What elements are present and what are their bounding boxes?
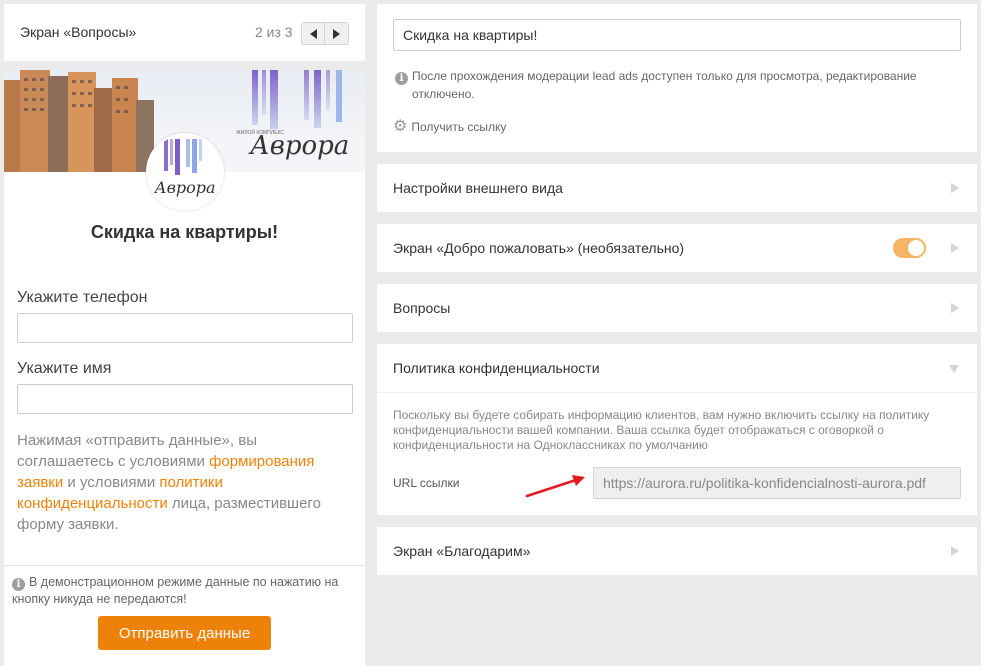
collapse-arrow-icon[interactable] xyxy=(949,365,959,373)
get-link-label: Получить ссылку xyxy=(411,120,507,134)
section-appearance[interactable]: Настройки внешнего вида xyxy=(377,164,977,212)
phone-label: Укажите телефон xyxy=(17,289,148,306)
submit-button[interactable]: Отправить данные xyxy=(98,616,271,650)
annotation-arrow xyxy=(525,475,585,498)
moderation-note-text: После прохождения модерации lead ads дос… xyxy=(412,69,917,101)
info-icon: i xyxy=(395,72,408,85)
next-screen-button[interactable] xyxy=(325,22,349,45)
section-privacy: Политика конфиденциальности Поскольку вы… xyxy=(377,344,977,515)
form-preview: ЖИЛОЙ КОМПЛЕКС Аврора Аврора Скидка на к… xyxy=(4,70,365,666)
expand-arrow-icon[interactable] xyxy=(951,303,959,313)
preview-screen-title: Экран «Вопросы» xyxy=(20,24,137,40)
company-logo: Аврора xyxy=(146,133,224,211)
chevron-left-icon xyxy=(309,28,317,39)
section-welcome[interactable]: Экран «Добро пожаловать» (необязательно) xyxy=(377,224,977,272)
toggle-knob xyxy=(908,240,924,256)
section-privacy-title[interactable]: Политика конфиденциальности xyxy=(393,360,600,376)
expand-arrow-icon[interactable] xyxy=(951,243,959,253)
info-icon: i xyxy=(12,578,25,591)
expand-arrow-icon[interactable] xyxy=(951,546,959,556)
banner-logo-text: Аврора xyxy=(248,131,349,161)
section-welcome-title: Экран «Добро пожаловать» (необязательно) xyxy=(393,240,685,256)
section-questions[interactable]: Вопросы xyxy=(377,284,977,332)
gear-icon: ⚙ xyxy=(393,118,408,135)
preview-header: Экран «Вопросы» 2 из 3 xyxy=(4,4,365,61)
chevron-right-icon xyxy=(333,28,340,39)
url-label: URL ссылки xyxy=(393,476,460,490)
logo-text: Аврора xyxy=(153,178,215,197)
expand-arrow-icon[interactable] xyxy=(951,183,959,193)
form-settings-card: Скидка на квартиры! i После прохождения м… xyxy=(377,4,977,152)
consent-text: Нажимая «отправить данные», вы соглашает… xyxy=(17,430,337,535)
section-thanks[interactable]: Экран «Благодарим» xyxy=(377,527,977,575)
privacy-description: Поскольку вы будете собирать информацию … xyxy=(393,408,930,452)
get-link-button[interactable]: ⚙ Получить ссылку xyxy=(393,118,507,135)
prev-screen-button[interactable] xyxy=(301,22,325,45)
section-thanks-title: Экран «Благодарим» xyxy=(393,543,531,559)
form-name-input[interactable]: Скидка на квартиры! xyxy=(393,19,961,51)
demo-mode-note: iВ демонстрационном режиме данные по наж… xyxy=(4,565,365,607)
section-appearance-title: Настройки внешнего вида xyxy=(393,180,563,196)
divider xyxy=(377,392,977,393)
welcome-toggle[interactable] xyxy=(893,238,926,258)
form-title: Скидка на квартиры! xyxy=(90,222,279,242)
name-input[interactable] xyxy=(17,384,353,414)
preview-pager: 2 из 3 xyxy=(255,24,293,40)
section-questions-title: Вопросы xyxy=(393,300,451,316)
moderation-note: i После прохождения модерации lead ads до… xyxy=(395,67,955,103)
name-label: Укажите имя xyxy=(17,360,112,377)
demo-note-text: В демонстрационном режиме данные по нажа… xyxy=(12,575,339,606)
consent-part2: и условиями xyxy=(63,474,160,491)
phone-input[interactable] xyxy=(17,313,353,343)
privacy-url-input[interactable]: https://aurora.ru/politika-konfidencialn… xyxy=(593,467,961,499)
